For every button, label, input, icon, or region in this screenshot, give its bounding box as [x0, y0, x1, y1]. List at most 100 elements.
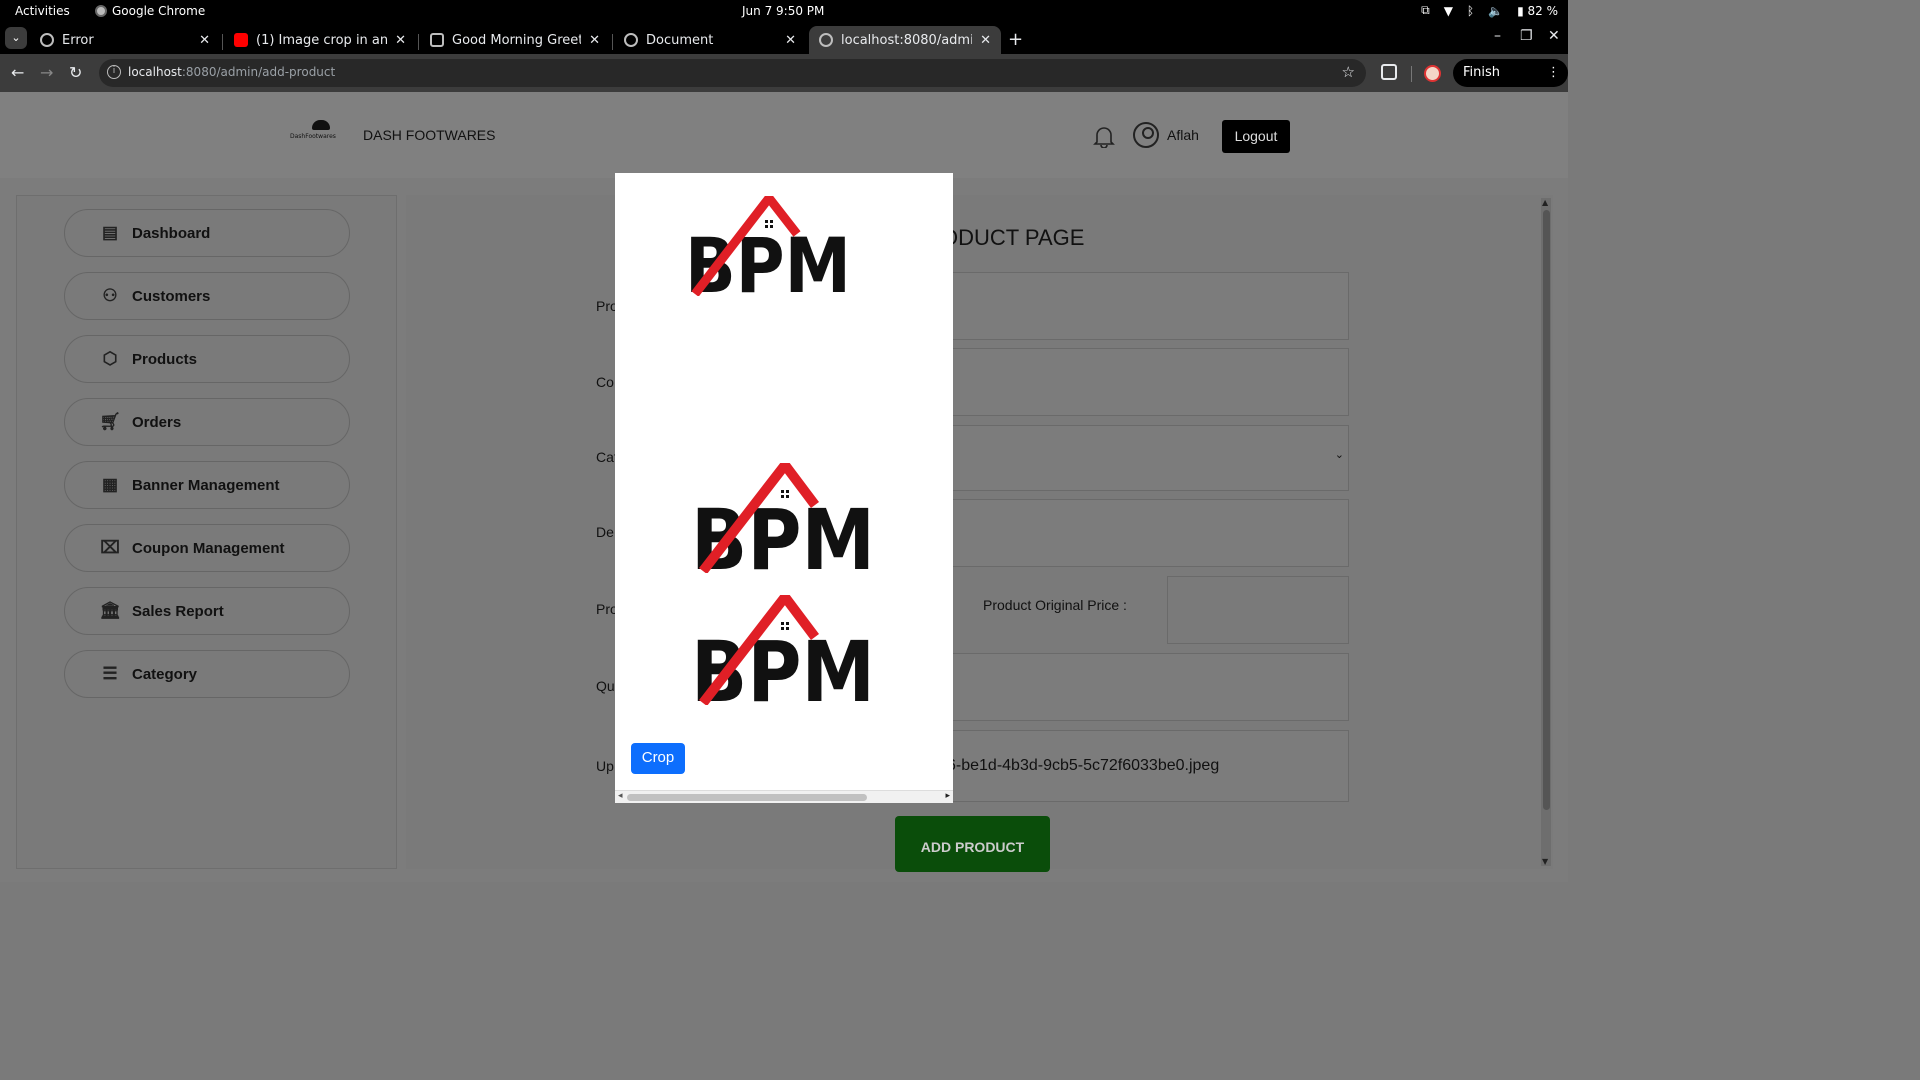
volume-icon: 🔈: [1488, 3, 1504, 18]
extensions-icon[interactable]: [1381, 64, 1397, 80]
page-vertical-scrollbar[interactable]: ▲ ▼: [1541, 198, 1551, 866]
os-top-bar: Activities Google Chrome Jun 7 9:50 PM ⧉…: [0, 0, 1568, 22]
list-icon: ☰: [102, 664, 118, 683]
scroll-left-arrow-icon[interactable]: ◂: [618, 791, 623, 801]
sidebar-item-customers[interactable]: ⚇ Customers: [64, 272, 350, 320]
crop-modal: BPM BPM BPM Crop ◂ ▸: [615, 173, 953, 803]
minimize-icon[interactable]: –: [1494, 28, 1501, 44]
sidebar-item-category[interactable]: ☰ Category: [64, 650, 350, 698]
chrome-icon: [95, 5, 107, 17]
battery-indicator: ▮ 82 %: [1517, 3, 1558, 18]
url-text: localhost:8080/admin/add-product: [128, 65, 336, 79]
openai-icon: [430, 33, 444, 47]
box-icon: ⬡: [102, 349, 118, 368]
bell-icon[interactable]: [1093, 124, 1115, 148]
new-tab-button[interactable]: +: [1008, 29, 1023, 50]
close-icon[interactable]: ✕: [589, 33, 600, 48]
globe-icon: [624, 33, 638, 47]
tab-search-button[interactable]: ⌄: [5, 27, 27, 49]
close-icon[interactable]: ✕: [785, 33, 796, 48]
page-title: ODUCT PAGE: [941, 225, 1085, 250]
bookmark-star-icon[interactable]: ☆: [1342, 63, 1355, 81]
cart-icon: 🛒︎: [99, 412, 121, 431]
description-label: De: [596, 524, 614, 540]
tab-add-product[interactable]: localhost:8080/admin/a ✕: [809, 26, 1001, 54]
tab-good-morning[interactable]: Good Morning Greeting ✕: [420, 26, 610, 54]
finish-update-button[interactable]: Finish update⋮: [1453, 59, 1568, 108]
chevron-down-icon: ⌄: [1334, 448, 1344, 461]
svg-text:BPM: BPM: [685, 221, 851, 296]
quantity-label: Qu: [596, 678, 615, 694]
customers-icon: ⚇: [102, 286, 118, 305]
close-icon[interactable]: ✕: [980, 33, 991, 48]
sidebar-item-orders[interactable]: 🛒︎ Orders: [64, 398, 350, 446]
wifi-icon: ▼: [1443, 3, 1453, 18]
description-input[interactable]: [946, 499, 1349, 567]
maximize-icon[interactable]: ❐: [1520, 28, 1533, 44]
svg-text:BPM: BPM: [691, 623, 875, 705]
modal-horizontal-scrollbar[interactable]: ◂ ▸: [615, 790, 953, 803]
sidebar-item-products[interactable]: ⬡ Products: [64, 335, 350, 383]
user-name: Aflah: [1167, 127, 1199, 143]
add-product-form: ODUCT PAGE Pro Co Cat ⌄ De Pro Product O…: [406, 195, 1553, 872]
upload-label: Up: [596, 758, 614, 774]
color-input[interactable]: [946, 348, 1349, 416]
user-avatar-icon[interactable]: [1133, 122, 1159, 148]
profile-avatar[interactable]: [1424, 65, 1441, 82]
sidebar-item-dashboard[interactable]: ▤ Dashboard: [64, 209, 350, 257]
tab-image-crop[interactable]: (1) Image crop in an Inpu ✕: [224, 26, 416, 54]
youtube-icon: [234, 33, 248, 47]
product-name-input[interactable]: [946, 272, 1349, 340]
image-upload-input[interactable]: 6-be1d-4b3d-9cb5-5c72f6033be0.jpeg: [946, 730, 1349, 802]
coupon-icon: ⌧: [100, 538, 120, 557]
bank-icon: 🏛︎: [99, 601, 121, 620]
site-info-icon[interactable]: i: [107, 65, 121, 79]
sidebar-item-sales-report[interactable]: 🏛︎ Sales Report: [64, 587, 350, 635]
window-close-icon[interactable]: ✕: [1548, 28, 1560, 44]
close-icon[interactable]: ✕: [395, 33, 406, 48]
sidebar: ▤ Dashboard ⚇ Customers ⬡ Products 🛒︎ Orders…: [16, 195, 397, 869]
extension-tray-icon: ⧉: [1421, 3, 1430, 17]
add-product-button[interactable]: ADD PRODUCT: [895, 816, 1050, 872]
scrollbar-thumb[interactable]: [1543, 210, 1550, 810]
forward-arrow-icon[interactable]: →: [40, 63, 53, 82]
crop-preview-image[interactable]: BPM: [685, 196, 853, 296]
quantity-input[interactable]: [946, 653, 1349, 721]
scroll-right-arrow-icon[interactable]: ▸: [945, 791, 950, 801]
banner-icon: ▦: [101, 475, 119, 494]
app-menu[interactable]: Google Chrome: [95, 4, 205, 18]
logout-button[interactable]: Logout: [1222, 120, 1290, 153]
cropped-image-preview-2: BPM: [691, 595, 877, 705]
sidebar-item-coupon-management[interactable]: ⌧ Coupon Management: [64, 524, 350, 572]
globe-icon: [819, 33, 833, 47]
browser-toolbar: ← → ↻ i localhost:8080/admin/add-product…: [0, 54, 1568, 108]
activities-button[interactable]: Activities: [15, 4, 70, 18]
back-arrow-icon[interactable]: ←: [11, 63, 24, 82]
tab-strip: ⌄ Error ✕ (1) Image crop in an Inpu ✕ Go…: [0, 22, 1568, 54]
original-price-label: Product Original Price :: [983, 597, 1127, 613]
system-tray[interactable]: ⧉ ▼ ᛒ 🔈 ▮ 82 %: [1421, 3, 1558, 18]
scrollbar-thumb[interactable]: [627, 794, 867, 801]
clock[interactable]: Jun 7 9:50 PM: [742, 4, 824, 18]
cropped-image-preview: BPM: [691, 463, 877, 573]
close-icon[interactable]: ✕: [199, 33, 210, 48]
tab-document[interactable]: Document ✕: [614, 26, 806, 54]
color-label: Co: [596, 374, 614, 390]
site-header: DashFootwares DASH FOOTWARES Aflah Logou…: [0, 92, 1568, 178]
reload-icon[interactable]: ↻: [69, 63, 82, 82]
category-select[interactable]: ⌄: [946, 425, 1349, 491]
brand-name: DASH FOOTWARES: [363, 127, 496, 143]
address-bar[interactable]: i localhost:8080/admin/add-product ☆: [99, 59, 1366, 87]
kebab-menu-icon: ⋮: [1547, 65, 1560, 80]
dashboard-icon: ▤: [101, 223, 119, 242]
original-price-input[interactable]: [1167, 576, 1349, 644]
shoe-icon: [312, 120, 330, 130]
sidebar-item-banner-management[interactable]: ▦ Banner Management: [64, 461, 350, 509]
globe-icon: [40, 33, 54, 47]
brand-logo[interactable]: DashFootwares: [290, 120, 350, 142]
selected-file-name: 6-be1d-4b3d-9cb5-5c72f6033be0.jpeg: [947, 757, 1220, 774]
crop-button[interactable]: Crop: [631, 743, 685, 774]
app-name: Google Chrome: [112, 4, 206, 18]
svg-text:BPM: BPM: [691, 491, 875, 573]
tab-error[interactable]: Error ✕: [30, 26, 220, 54]
